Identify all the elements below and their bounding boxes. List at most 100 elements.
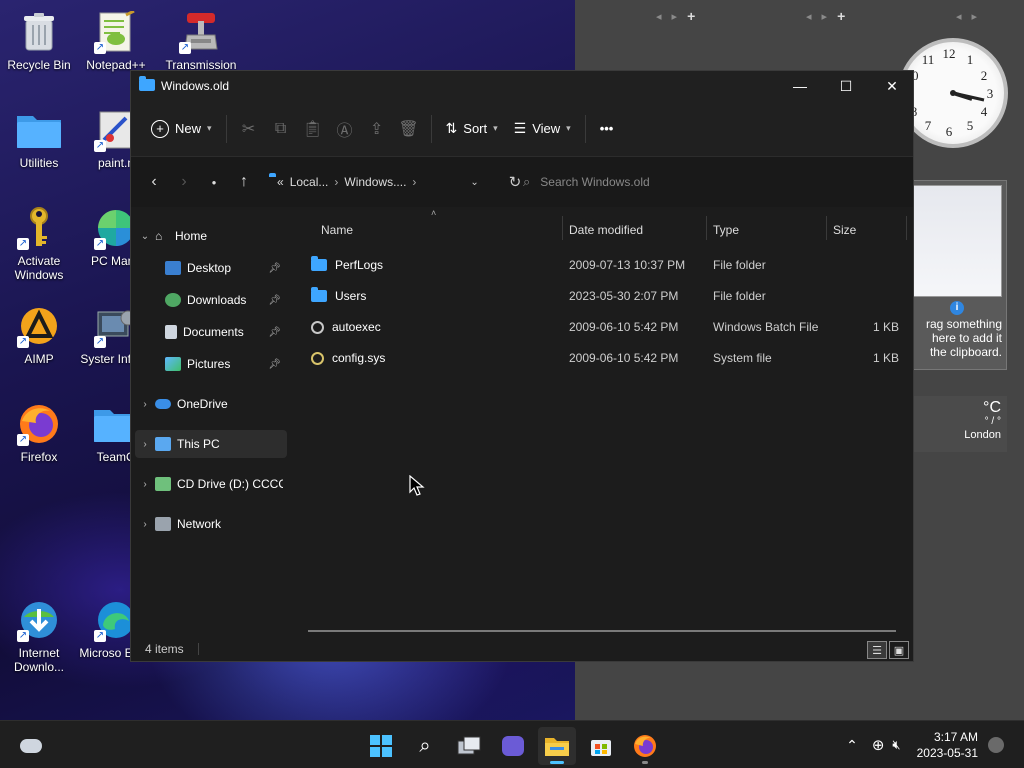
table-row[interactable]: Users 2023-05-30 2:07 PM File folder	[301, 281, 901, 311]
table-row[interactable]: PerfLogs 2009-07-13 10:37 PM File folder	[301, 250, 901, 280]
title-bar[interactable]: Windows.old — ☐ ✕	[131, 71, 913, 101]
breadcrumb-segment[interactable]: Windows....	[344, 175, 406, 189]
widgets-button[interactable]	[12, 727, 50, 765]
details-view-button[interactable]: ☰	[867, 641, 887, 659]
column-divider[interactable]	[906, 216, 907, 240]
desktop-icon-recycle-bin[interactable]: Recycle Bin	[1, 10, 77, 72]
breadcrumb-segment[interactable]: Local...	[290, 175, 329, 189]
file-size: 1 KB	[872, 320, 899, 334]
file-explorer-taskbar-button[interactable]	[538, 727, 576, 765]
desktop-icon-notepadpp[interactable]: ↗ Notepad++	[78, 10, 154, 72]
chat-button[interactable]	[494, 727, 532, 765]
toolbar-separator	[430, 114, 432, 143]
table-row[interactable]: config.sys 2009-06-10 5:42 PM System fil…	[301, 343, 901, 373]
command-bar: + New ▾ ✂ ⧉ 📋︎ Ⓐ ⇪ 🗑︎ ⇅ Sort ▾ ☰ View ▾ …	[131, 101, 913, 157]
network-globe-icon[interactable]: ⊕	[872, 736, 885, 754]
desktop-icon-utilities[interactable]: Utilities	[1, 108, 77, 170]
nav-item-network[interactable]: › Network	[135, 510, 287, 538]
home-icon: ⌂	[155, 229, 163, 243]
breadcrumb[interactable]: « Local... › Windows.... › ⌄ ↻	[269, 167, 521, 197]
breadcrumb-overflow[interactable]: «	[277, 175, 284, 189]
nav-item-home[interactable]: ⌄ ⌂ Home	[135, 222, 287, 250]
sort-button[interactable]: ⇅ Sort ▾	[438, 113, 506, 145]
desktop-icon-internet-download-manager[interactable]: ↗ Internet Downlo...	[1, 598, 77, 674]
chevron-up-icon[interactable]: ⌃	[846, 737, 858, 754]
clipboard-gadget[interactable]: i rag something here to add it the clipb…	[907, 180, 1007, 370]
gadget-nav-bar[interactable]: ◂ ▸ +	[656, 8, 695, 24]
back-button[interactable]: ‹	[139, 167, 169, 197]
horizontal-scrollbar[interactable]	[308, 630, 896, 632]
paste-icon[interactable]: 📋︎	[297, 113, 329, 145]
file-type: System file	[713, 351, 772, 365]
search-box[interactable]: ⌕ Search Windows.old	[515, 167, 845, 197]
desktop-icon-aimp[interactable]: ↗ AIMP	[1, 304, 77, 366]
status-divider	[197, 643, 199, 655]
desktop-icon-firefox[interactable]: ↗ Firefox	[1, 402, 77, 464]
view-button[interactable]: ☰ View ▾	[506, 113, 579, 145]
minimize-button[interactable]: —	[777, 71, 823, 101]
up-button[interactable]: ↑	[229, 167, 259, 197]
volume-muted-icon[interactable]: 🔇︎	[892, 737, 900, 753]
toolbar-separator	[225, 114, 227, 143]
new-button-label: New	[175, 121, 202, 136]
weather-gadget[interactable]: °C ° / ° London	[907, 396, 1007, 452]
tiles-view-button[interactable]: ▣	[889, 641, 909, 659]
downloads-icon	[165, 293, 181, 307]
column-divider[interactable]	[706, 216, 707, 240]
rename-icon[interactable]: Ⓐ	[329, 113, 361, 145]
network-icon	[155, 517, 171, 531]
file-type: File folder	[713, 289, 766, 303]
column-header-date[interactable]: Date modified	[569, 216, 643, 244]
gadget-nav-bar[interactable]: ◂ ▸ +	[806, 8, 845, 24]
taskbar-clock[interactable]: 3:17 AM 2023-05-31	[917, 729, 978, 761]
gadget-nav-bar[interactable]: ◂ ▸	[956, 8, 977, 24]
nav-item-desktop[interactable]: Desktop 📌︎	[135, 254, 287, 282]
maximize-icon: ☐	[839, 77, 853, 94]
file-explorer-window[interactable]: Windows.old — ☐ ✕ + New ▾ ✂ ⧉ 📋︎ Ⓐ ⇪ 🗑︎ …	[130, 70, 914, 662]
navigation-pane: ⌄ ⌂ Home Desktop 📌︎ Downloads 📌︎ Documen…	[131, 208, 291, 638]
delete-icon[interactable]: 🗑︎	[393, 113, 425, 145]
store-button[interactable]	[582, 727, 620, 765]
item-count: 4 items	[145, 642, 184, 656]
chevron-right-icon: ›	[334, 175, 339, 189]
running-indicator	[642, 761, 648, 764]
firefox-taskbar-button[interactable]	[626, 727, 664, 765]
column-header-type[interactable]: Type	[713, 216, 739, 244]
view-list-icon: ☰	[513, 120, 527, 136]
nav-item-documents[interactable]: Documents 📌︎	[135, 318, 287, 346]
task-view-button[interactable]	[450, 727, 488, 765]
share-icon[interactable]: ⇪	[361, 113, 393, 145]
desktop-icon-activate-windows[interactable]: ↗ Activate Windows	[1, 206, 77, 282]
notification-icon[interactable]	[988, 737, 1004, 753]
table-row[interactable]: autoexec 2009-06-10 5:42 PM Windows Batc…	[301, 312, 901, 342]
desktop-icon-label: Utilities	[19, 156, 59, 170]
search-button[interactable]: ⌕	[406, 727, 444, 765]
column-divider[interactable]	[826, 216, 827, 240]
nav-item-cd-drive[interactable]: › CD Drive (D:) CCCOM	[135, 470, 287, 498]
desktop-icon-transmission[interactable]: ↗ Transmission	[163, 10, 239, 72]
more-options-button[interactable]: •••	[592, 113, 622, 145]
column-header-size[interactable]: Size	[833, 216, 856, 244]
nav-item-this-pc[interactable]: › This PC	[135, 430, 287, 458]
column-divider[interactable]	[562, 216, 563, 240]
new-button[interactable]: + New ▾	[143, 113, 220, 145]
column-header-name[interactable]: Name	[321, 216, 353, 244]
nav-item-downloads[interactable]: Downloads 📌︎	[135, 286, 287, 314]
start-button[interactable]	[362, 727, 400, 765]
copy-icon[interactable]: ⧉	[265, 113, 297, 145]
nav-item-onedrive[interactable]: › OneDrive	[135, 390, 287, 418]
close-button[interactable]: ✕	[869, 71, 915, 101]
forward-button[interactable]: ›	[169, 167, 199, 197]
chevron-down-icon: ⌄	[140, 230, 150, 242]
cut-icon[interactable]: ✂	[233, 113, 265, 145]
recent-locations-button[interactable]: ●	[199, 167, 229, 197]
address-dropdown-icon[interactable]: ⌄	[470, 177, 478, 188]
maximize-button[interactable]: ☐	[823, 71, 869, 101]
nav-item-pictures[interactable]: Pictures 📌︎	[135, 350, 287, 378]
file-date: 2009-07-13 10:37 PM	[569, 258, 686, 272]
column-header-label: Type	[713, 223, 740, 237]
column-header-label: Date modified	[569, 223, 644, 237]
toolbar-separator	[584, 114, 586, 143]
view-button-label: View	[532, 121, 561, 136]
desktop-icon-label: Activate Windows	[14, 254, 64, 282]
